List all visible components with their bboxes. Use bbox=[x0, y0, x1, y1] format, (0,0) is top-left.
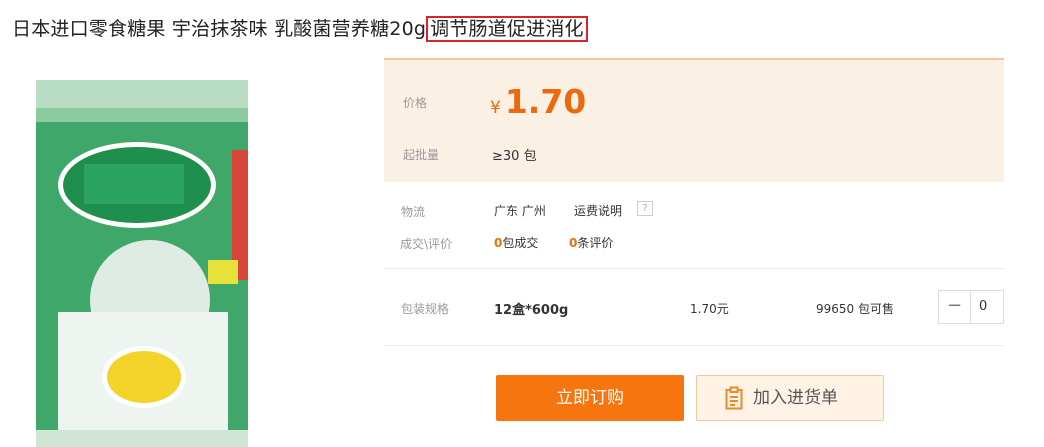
reviews-count[interactable]: 0条评价 bbox=[569, 234, 613, 251]
clipboard-icon bbox=[725, 386, 743, 410]
deals-count[interactable]: 0包成交 bbox=[494, 234, 538, 251]
add-to-cart-label: 加入进货单 bbox=[753, 388, 838, 408]
buy-now-button[interactable]: 立即订购 bbox=[496, 375, 684, 421]
spec-name: 12盒*600g bbox=[494, 303, 569, 318]
product-title: 日本进口零食糖果 宇治抹茶味 乳酸菌营养糖20g 调节肠道促进消化 bbox=[12, 14, 588, 42]
logistics-label: 物流 bbox=[401, 205, 426, 219]
decrease-button[interactable]: − bbox=[939, 291, 971, 323]
spec-price: 1.70元 bbox=[690, 302, 729, 316]
currency-symbol: ¥ bbox=[490, 98, 501, 118]
product-image[interactable] bbox=[36, 80, 248, 447]
price-amount: 1.70 bbox=[504, 82, 587, 121]
divider bbox=[384, 345, 1004, 346]
divider bbox=[384, 268, 1004, 269]
stats-label: 成交\评价 bbox=[400, 237, 453, 251]
image-label-inner bbox=[84, 164, 184, 204]
image-badge bbox=[102, 346, 186, 408]
deals-count-text: 包成交 bbox=[502, 236, 539, 250]
price-value: ¥1.70 bbox=[490, 82, 586, 121]
price-panel bbox=[384, 58, 1004, 182]
product-title-highlight: 调节肠道促进消化 bbox=[426, 16, 588, 42]
quantity-stepper[interactable]: − 0 bbox=[938, 290, 1004, 324]
image-badge-small bbox=[208, 260, 238, 284]
moq-label: 起批量 bbox=[403, 148, 440, 162]
quantity-input[interactable]: 0 bbox=[979, 291, 987, 323]
image-band bbox=[36, 80, 248, 108]
add-to-cart-button[interactable]: 加入进货单 bbox=[696, 375, 884, 421]
image-band bbox=[36, 108, 248, 122]
moq-value: ≥30 包 bbox=[492, 149, 537, 164]
reviews-count-text: 条评价 bbox=[577, 236, 614, 250]
question-icon[interactable]: ? bbox=[637, 201, 653, 216]
product-title-text: 日本进口零食糖果 宇治抹茶味 乳酸菌营养糖20g bbox=[12, 18, 427, 40]
logistics-location: 广东 广州 bbox=[494, 204, 546, 218]
spec-label: 包装规格 bbox=[401, 302, 450, 316]
spec-stock: 99650 包可售 bbox=[816, 302, 894, 316]
shipping-info-link[interactable]: 运费说明 bbox=[574, 202, 622, 219]
price-label: 价格 bbox=[403, 96, 428, 110]
image-band bbox=[36, 430, 248, 447]
